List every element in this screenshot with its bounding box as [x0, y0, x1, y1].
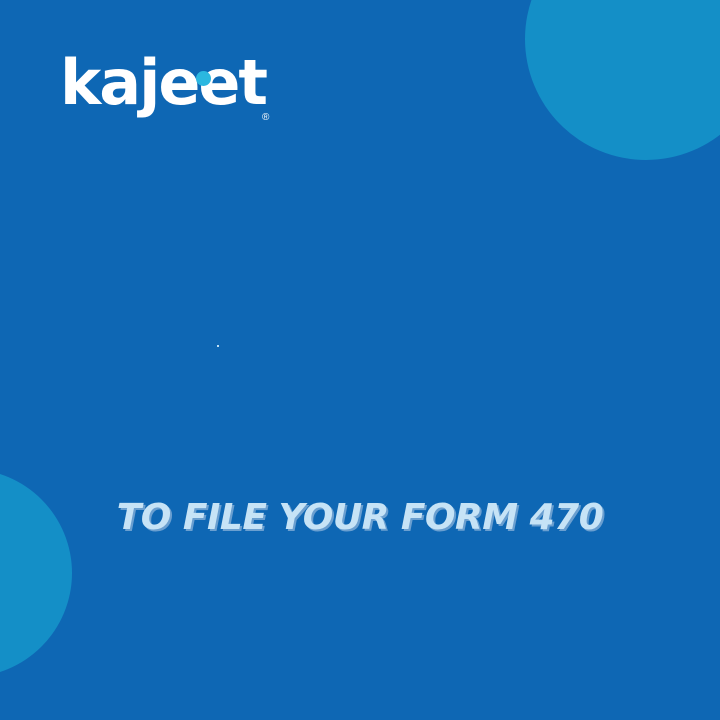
logo-wordmark: kajeet [60, 46, 268, 119]
logo-dot-icon [196, 71, 211, 86]
headline-text: TO FILE YOUR FORM 470 [116, 497, 604, 538]
top-right-circle [525, 0, 720, 160]
slide: kajeet ® TO FILE YOUR FORM 470 [0, 0, 720, 720]
speck-mark [217, 345, 219, 347]
kajeet-logo: kajeet ® [60, 52, 280, 152]
registered-mark: ® [262, 112, 270, 123]
